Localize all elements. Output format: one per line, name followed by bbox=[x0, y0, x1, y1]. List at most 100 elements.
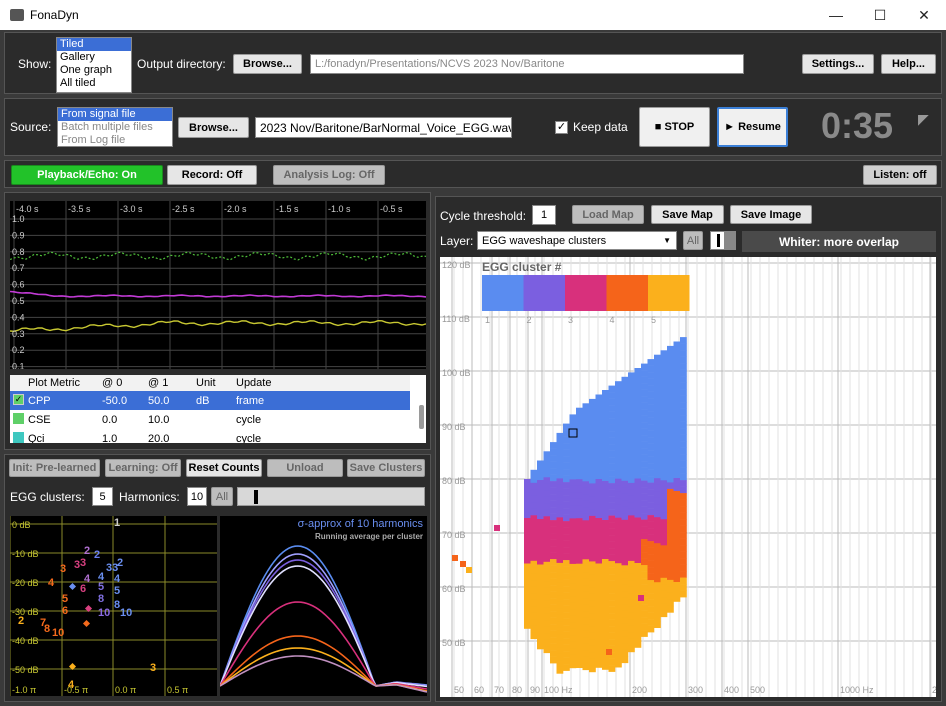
cluster-legend: EGG cluster # 1 2 3 4 5 bbox=[482, 260, 690, 325]
map-cell bbox=[621, 467, 629, 475]
map-cell bbox=[660, 421, 668, 429]
harmonics-slider[interactable] bbox=[237, 487, 425, 506]
learning-button[interactable]: Learning: Off bbox=[105, 459, 181, 477]
analysis-log-button[interactable]: Analysis Log: Off bbox=[273, 165, 385, 185]
map-cell bbox=[634, 530, 642, 538]
source-option[interactable]: Batch multiple files bbox=[58, 121, 172, 134]
map-cell bbox=[654, 562, 661, 570]
map-cell bbox=[582, 455, 590, 463]
settings-button[interactable]: Settings... bbox=[802, 54, 874, 74]
scope-panel: -4.0 s -3.5 s -3.0 s -2.5 s -2.0 s -1.5 s -1.0… bbox=[4, 192, 431, 450]
show-listbox[interactable]: Tiled Gallery One graph All tiled bbox=[56, 37, 132, 93]
minimize-button[interactable]: — bbox=[814, 0, 858, 30]
map-cell bbox=[621, 389, 629, 397]
map-cell bbox=[608, 554, 616, 562]
map-cell bbox=[628, 385, 635, 393]
map-cell bbox=[660, 408, 668, 416]
harmonics-all-button[interactable]: All bbox=[211, 487, 233, 506]
keep-data-checkbox[interactable]: ✓ bbox=[555, 121, 568, 134]
source-path-field[interactable]: 2023 Nov/Baritone/BarNormal_Voice_EGG.wa… bbox=[255, 117, 512, 138]
cycle-threshold-field[interactable]: 1 bbox=[532, 205, 556, 225]
source-option[interactable]: From Log file bbox=[58, 134, 172, 146]
outdir-browse-button[interactable]: Browse... bbox=[233, 54, 302, 74]
save-clusters-button[interactable]: Save Clusters bbox=[347, 459, 425, 477]
close-button[interactable]: ✕ bbox=[902, 0, 946, 30]
layer-all-button[interactable]: All bbox=[683, 231, 703, 250]
map-cell bbox=[654, 354, 661, 362]
egg-clusters-field[interactable]: 5 bbox=[92, 487, 113, 506]
map-cell bbox=[660, 603, 668, 611]
map-cell bbox=[667, 508, 674, 516]
map-cell bbox=[621, 597, 629, 605]
metric-table[interactable]: Plot Metric @ 0 @ 1 Unit Update ✓ CPP -50… bbox=[10, 375, 426, 443]
maximize-button[interactable]: ☐ bbox=[858, 0, 902, 30]
resume-button[interactable]: ► Resume bbox=[717, 107, 788, 147]
init-prelearned-button[interactable]: Init: Pre-learned bbox=[9, 459, 100, 477]
harmonic-y-tick: -10 dB bbox=[12, 549, 39, 559]
map-cell bbox=[595, 635, 603, 642]
map-cell bbox=[556, 569, 564, 577]
voice-range-map[interactable]: EGG cluster # 1 2 3 4 5 120 dB 110 dB 100 dB 90 … bbox=[440, 257, 936, 697]
outdir-path-field[interactable]: L:/fonadyn/Presentations/NCVS 2023 Nov/B… bbox=[310, 54, 744, 74]
load-map-button[interactable]: Load Map bbox=[572, 205, 644, 224]
map-cell bbox=[595, 537, 603, 545]
map-cell bbox=[615, 394, 622, 401]
show-option[interactable]: All tiled bbox=[57, 77, 131, 90]
source-listbox[interactable]: From signal file Batch multiple files Fr… bbox=[57, 107, 173, 147]
help-button[interactable]: Help... bbox=[881, 54, 936, 74]
record-button[interactable]: Record: Off bbox=[167, 165, 257, 185]
save-image-button[interactable]: Save Image bbox=[730, 205, 812, 224]
harmonic-point-label: 8 bbox=[44, 623, 50, 635]
map-cell bbox=[641, 480, 648, 488]
map-cell bbox=[530, 599, 538, 607]
map-cell bbox=[673, 556, 681, 563]
harmonics-field[interactable]: 10 bbox=[187, 487, 207, 506]
metric-row[interactable]: CSE 0.0 10.0 cycle bbox=[10, 410, 410, 429]
map-cell bbox=[608, 574, 616, 581]
map-cell bbox=[530, 573, 538, 581]
map-cell bbox=[647, 365, 655, 373]
harmonic-point-label: 10 bbox=[120, 607, 132, 619]
reset-counts-button[interactable]: Reset Counts bbox=[186, 459, 262, 477]
show-option[interactable]: Tiled bbox=[57, 38, 131, 51]
map-cell bbox=[634, 576, 642, 583]
map-cell bbox=[608, 580, 616, 588]
map-cell bbox=[563, 527, 570, 535]
metric-table-scrollbar[interactable] bbox=[419, 405, 424, 429]
metric-row[interactable]: ✓ CPP -50.0 50.0 dB frame bbox=[10, 391, 410, 410]
map-cell bbox=[550, 448, 557, 456]
stop-button[interactable]: ■ STOP bbox=[639, 107, 710, 147]
show-option[interactable]: One graph bbox=[57, 64, 131, 77]
layer-dropdown[interactable]: EGG waveshape clusters ▼ bbox=[477, 231, 677, 250]
playback-echo-button[interactable]: Playback/Echo: On bbox=[11, 165, 163, 185]
save-map-button[interactable]: Save Map bbox=[651, 205, 724, 224]
window-title: FonaDyn bbox=[30, 8, 79, 22]
metric-row[interactable]: Qci 1.0 20.0 cycle bbox=[10, 429, 410, 443]
map-cell bbox=[589, 613, 596, 621]
map-cell bbox=[589, 483, 596, 491]
source-browse-button[interactable]: Browse... bbox=[178, 117, 249, 138]
map-cell bbox=[680, 434, 687, 442]
show-option[interactable]: Gallery bbox=[57, 51, 131, 64]
map-cell bbox=[641, 383, 648, 390]
listen-button[interactable]: Listen: off bbox=[863, 165, 937, 185]
map-cell bbox=[543, 633, 551, 641]
harmonics-slider-thumb[interactable] bbox=[254, 490, 258, 504]
map-cell bbox=[608, 411, 616, 419]
map-db-tick: 70 dB bbox=[442, 530, 466, 540]
map-cell bbox=[537, 577, 544, 585]
source-option[interactable]: From signal file bbox=[58, 108, 172, 121]
map-cell bbox=[680, 454, 687, 461]
layer-toggle[interactable] bbox=[710, 231, 736, 250]
map-cell bbox=[673, 582, 681, 589]
map-cell bbox=[628, 612, 635, 620]
map-cell bbox=[673, 354, 681, 362]
map-cell bbox=[589, 489, 596, 497]
map-cell bbox=[647, 508, 655, 516]
map-cell bbox=[628, 632, 635, 640]
map-cell bbox=[582, 468, 590, 476]
map-cell bbox=[589, 600, 596, 608]
unload-button[interactable]: Unload bbox=[267, 459, 343, 477]
map-cell bbox=[628, 489, 635, 497]
map-cell bbox=[608, 457, 616, 464]
